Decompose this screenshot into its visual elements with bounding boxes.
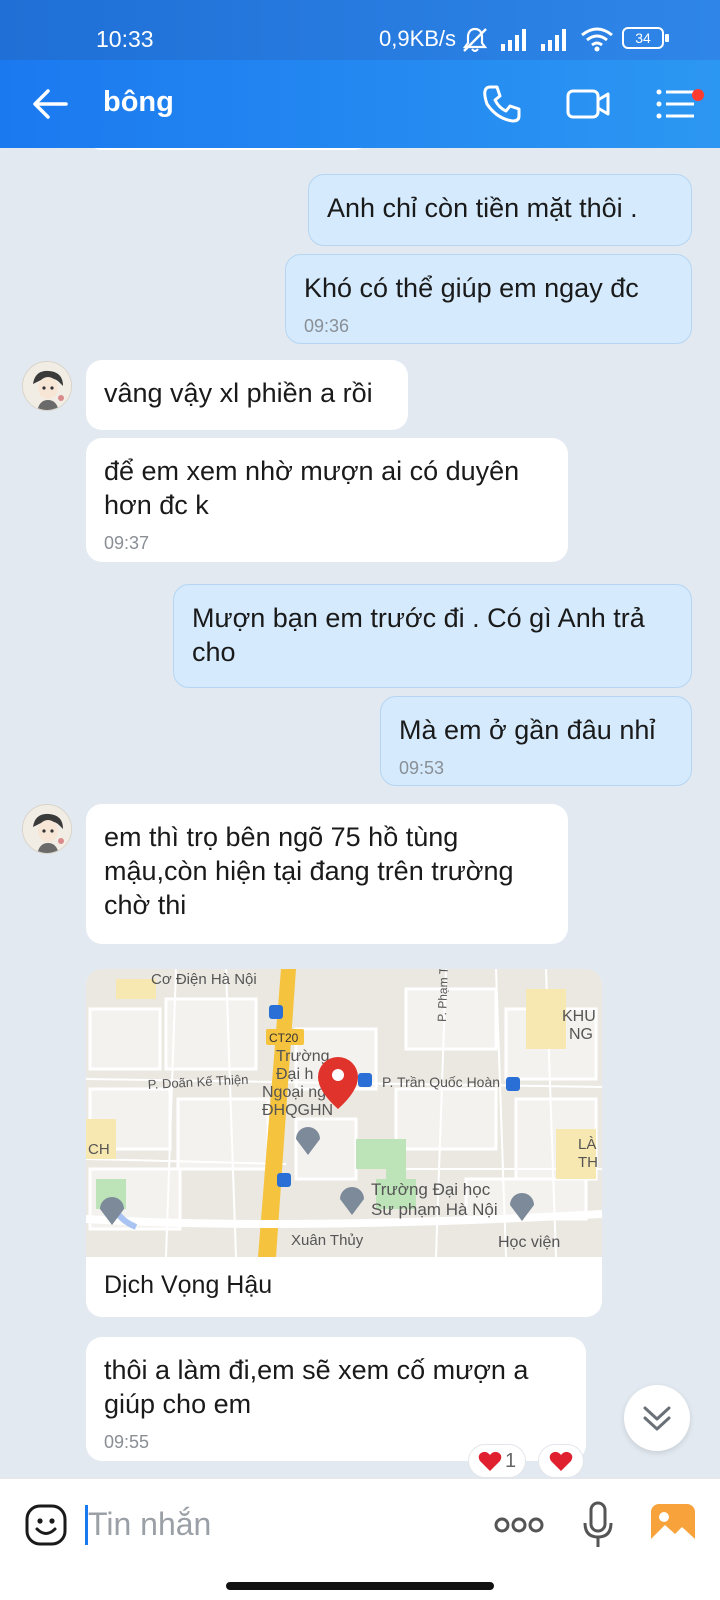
message-list[interactable]: Anh chỉ còn tiền mặt thôi . Khó có thể g… bbox=[0, 148, 720, 1478]
bus-stop-icon bbox=[269, 1005, 283, 1019]
message-text: Khó có thể giúp em ngay đc bbox=[304, 273, 639, 303]
map-label: NG bbox=[569, 1026, 593, 1043]
map-label: LÀ bbox=[578, 1136, 596, 1153]
message-text: Anh chỉ còn tiền mặt thôi . bbox=[327, 193, 638, 223]
reaction-count: 1 bbox=[504, 1449, 517, 1472]
map-label: Sư phạm Hà Nội bbox=[371, 1200, 498, 1219]
message-text: em thì trọ bên ngõ 75 hồ tùng mậu,còn hi… bbox=[104, 822, 514, 920]
map-label: Trường bbox=[276, 1048, 330, 1065]
message-bubble-theirs[interactable]: thôi a làm đi,em sẽ xem cố mượn a giúp c… bbox=[86, 1337, 586, 1461]
composer-bar: Tin nhắn bbox=[0, 1478, 720, 1572]
map-label: Đại h bbox=[276, 1066, 313, 1083]
message-bubble-mine[interactable]: Mà em ở gần đâu nhỉ 09:53 bbox=[380, 696, 692, 786]
avatar[interactable] bbox=[22, 361, 72, 411]
map-label: Xuân Thủy bbox=[291, 1232, 364, 1249]
heart-icon bbox=[478, 1451, 502, 1471]
avatar[interactable] bbox=[22, 804, 72, 854]
message-text: Mượn bạn em trước đi . Có gì Anh trả cho bbox=[192, 603, 645, 667]
battery-level: 34 bbox=[635, 30, 651, 46]
map-thumbnail[interactable]: Cơ Điện Hà Nội CT20 P. Phạm Tuấn KHU NG … bbox=[86, 969, 602, 1257]
bus-stop-icon bbox=[506, 1077, 520, 1091]
message-bubble-theirs[interactable]: vâng vậy xl phiền a rồi bbox=[86, 360, 408, 430]
map-label: CH bbox=[88, 1141, 110, 1158]
video-call-icon[interactable] bbox=[566, 82, 610, 126]
message-bubble-mine[interactable]: Khó có thể giúp em ngay đc 09:36 bbox=[285, 254, 692, 344]
heart-icon bbox=[549, 1451, 573, 1471]
back-arrow-icon[interactable] bbox=[28, 82, 72, 126]
system-nav-bar bbox=[0, 1572, 720, 1600]
signal-icon bbox=[501, 29, 526, 51]
home-indicator[interactable] bbox=[226, 1582, 494, 1590]
scroll-to-bottom-button[interactable] bbox=[624, 1385, 690, 1451]
map-label: KHU bbox=[562, 1008, 596, 1025]
status-time: 10:33 bbox=[96, 26, 154, 52]
location-map-card[interactable]: Cơ Điện Hà Nội CT20 P. Phạm Tuấn KHU NG … bbox=[86, 969, 602, 1317]
map-label: Học viện bbox=[498, 1234, 560, 1251]
microphone-icon[interactable] bbox=[582, 1501, 614, 1549]
wifi-icon bbox=[581, 27, 613, 52]
map-label: TH bbox=[578, 1154, 598, 1171]
phone-icon[interactable] bbox=[480, 82, 524, 126]
image-gallery-icon[interactable] bbox=[650, 1503, 696, 1547]
emoji-icon[interactable] bbox=[24, 1503, 68, 1547]
map-label: Trường Đại học bbox=[371, 1180, 491, 1199]
map-label: Cơ Điện Hà Nội bbox=[151, 971, 257, 988]
status-bar: 10:33 0,9KB/s 34 bbox=[0, 0, 720, 60]
bus-stop-icon bbox=[277, 1173, 291, 1187]
map-label: CT20 bbox=[269, 1031, 299, 1045]
message-bubble-theirs[interactable]: em thì trọ bên ngõ 75 hồ tùng mậu,còn hi… bbox=[86, 804, 568, 944]
map-label: P. Phạm Tuấn bbox=[435, 969, 452, 1022]
message-text: thôi a làm đi,em sẽ xem cố mượn a giúp c… bbox=[104, 1355, 529, 1419]
message-bubble-partial bbox=[86, 148, 370, 150]
map-label: ĐHQGHN bbox=[262, 1102, 333, 1119]
map-label: P. Trần Quốc Hoàn bbox=[382, 1074, 500, 1090]
battery-icon: 34 bbox=[622, 27, 669, 49]
message-time: 09:36 bbox=[304, 316, 350, 336]
message-text: vâng vậy xl phiền a rồi bbox=[104, 378, 373, 408]
contact-name[interactable]: bông bbox=[103, 86, 174, 119]
react-button[interactable] bbox=[538, 1444, 584, 1478]
chat-header: bông bbox=[0, 60, 720, 148]
message-time: 09:37 bbox=[104, 533, 150, 553]
mute-bell-icon bbox=[462, 27, 488, 52]
message-input[interactable]: Tin nhắn bbox=[88, 1506, 211, 1543]
signal-icon bbox=[541, 29, 566, 51]
chevron-down-icon bbox=[643, 1406, 671, 1431]
more-icon[interactable] bbox=[494, 1515, 544, 1535]
message-text: để em xem nhờ mượn ai có duyên hơn đc k bbox=[104, 456, 520, 520]
location-name: Dịch Vọng Hậu bbox=[104, 1271, 273, 1299]
message-time: 09:53 bbox=[399, 758, 445, 778]
message-text: Mà em ở gần đâu nhỉ bbox=[399, 715, 656, 745]
message-bubble-theirs[interactable]: để em xem nhờ mượn ai có duyên hơn đc k … bbox=[86, 438, 568, 562]
bus-stop-icon bbox=[358, 1073, 372, 1087]
message-bubble-mine[interactable]: Anh chỉ còn tiền mặt thôi . bbox=[308, 174, 692, 246]
message-bubble-mine[interactable]: Mượn bạn em trước đi . Có gì Anh trả cho bbox=[173, 584, 692, 688]
network-speed: 0,9KB/s bbox=[379, 26, 457, 51]
reaction-badge[interactable]: 1 bbox=[468, 1444, 526, 1478]
notification-dot bbox=[692, 89, 704, 101]
